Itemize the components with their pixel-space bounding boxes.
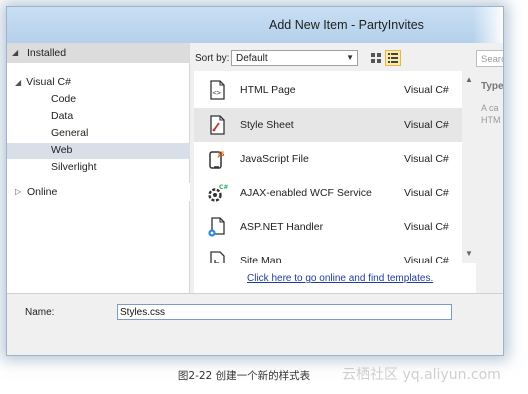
find-templates-online-link[interactable]: Click here to go online and find templat… [247, 273, 433, 284]
search-installed-input[interactable]: Search [476, 50, 503, 67]
wcf-service-icon: C# [208, 184, 228, 202]
template-name: HTML Page [240, 84, 296, 96]
expanded-triangle-icon: ◢ [12, 48, 19, 57]
add-new-item-dialog: Add New Item - PartyInvites ◢ Installed … [6, 6, 504, 356]
tree-item-silverlight[interactable]: Silverlight [51, 161, 97, 177]
tree-item-label: General [51, 127, 89, 139]
handler-icon [208, 217, 225, 237]
template-list-scrollbar[interactable]: ▲ ▼ [462, 71, 476, 263]
grid-view-icon [371, 53, 381, 63]
template-list: <> HTML Page Visual C# Style Sheet Visua… [194, 71, 464, 263]
dialog-title: Add New Item - PartyInvites [269, 18, 424, 32]
tree-item-label: Code [51, 93, 77, 105]
javascript-file-icon: JS [209, 151, 225, 169]
sort-by-label: Sort by: [195, 53, 230, 64]
installed-header[interactable]: ◢ Installed [7, 43, 190, 63]
sort-by-value: Default [236, 53, 268, 64]
template-item-style-sheet[interactable]: Style Sheet Visual C# [194, 108, 464, 142]
template-name: ASP.NET Handler [240, 221, 324, 233]
template-language: Visual C# [404, 221, 449, 233]
template-name: Style Sheet [240, 119, 294, 131]
online-label: Online [27, 186, 58, 198]
scroll-up-icon[interactable]: ▲ [465, 75, 473, 84]
name-area: Name: [7, 293, 503, 355]
tree-item-label: Web [51, 144, 73, 156]
template-language: Visual C# [404, 84, 449, 96]
svg-text:<>: <> [213, 89, 221, 97]
tree-item-label: Silverlight [51, 161, 97, 173]
template-categories-panel: ◢ Installed ◢ Visual C# Code Data General… [7, 43, 190, 293]
template-item-asp-net-handler[interactable]: ASP.NET Handler Visual C# [194, 210, 464, 244]
collapsed-triangle-icon: ▷ [15, 187, 22, 196]
template-item-wcf-service[interactable]: C# AJAX-enabled WCF Service Visual C# [194, 176, 464, 210]
file-name-input[interactable] [117, 304, 452, 320]
tree-item-label: Visual C# [26, 76, 71, 88]
sort-toolbar: Sort by: Default ▼ Search [195, 47, 503, 69]
template-name: JavaScript File [240, 153, 309, 165]
details-description: HTM [481, 115, 501, 125]
list-view-button[interactable] [385, 50, 401, 66]
site-map-icon [210, 251, 225, 263]
installed-label: Installed [27, 47, 67, 59]
details-type-label: Type [481, 81, 504, 92]
template-name: AJAX-enabled WCF Service [240, 187, 372, 199]
chevron-down-icon: ▼ [346, 53, 354, 62]
online-link-area: Click here to go online and find templat… [194, 263, 476, 293]
template-language: Visual C# [404, 153, 449, 165]
expanded-triangle-icon: ◢ [15, 78, 22, 87]
template-language: Visual C# [404, 187, 449, 199]
list-view-icon [388, 53, 398, 63]
tree-item-online[interactable]: ▷ Online [7, 183, 190, 201]
template-language: Visual C# [404, 255, 449, 263]
template-details-panel: Type A ca HTM [477, 71, 504, 263]
sort-by-select[interactable]: Default ▼ [231, 50, 358, 66]
template-item-site-map[interactable]: Site Map Visual C# [194, 244, 464, 263]
scroll-down-icon[interactable]: ▼ [465, 249, 473, 258]
medium-icons-view-button[interactable] [368, 50, 384, 66]
template-language: Visual C# [404, 119, 449, 131]
tree-item-general[interactable]: General [51, 127, 88, 143]
details-description: A ca [481, 103, 499, 113]
tree-item-code[interactable]: Code [51, 93, 76, 109]
style-sheet-icon [210, 115, 225, 135]
template-item-javascript-file[interactable]: JS JavaScript File Visual C# [194, 142, 464, 176]
template-name: Site Map [240, 255, 282, 263]
watermark: 云栖社区 yq.aliyun.com [342, 367, 501, 383]
name-label: Name: [25, 307, 55, 318]
tree-item-visual-csharp[interactable]: ◢ Visual C# [15, 76, 71, 92]
svg-text:JS: JS [217, 151, 225, 158]
tree-item-label: Data [51, 110, 74, 122]
title-bar: Add New Item - PartyInvites [7, 7, 503, 43]
search-placeholder: Search [481, 54, 503, 65]
title-bar-fade [473, 7, 503, 43]
html-page-icon: <> [210, 80, 225, 100]
svg-text:C#: C# [219, 184, 228, 191]
tree-item-data[interactable]: Data [51, 110, 73, 126]
template-item-html-page[interactable]: <> HTML Page Visual C# [194, 73, 464, 107]
tree-item-web[interactable]: Web [7, 143, 190, 159]
